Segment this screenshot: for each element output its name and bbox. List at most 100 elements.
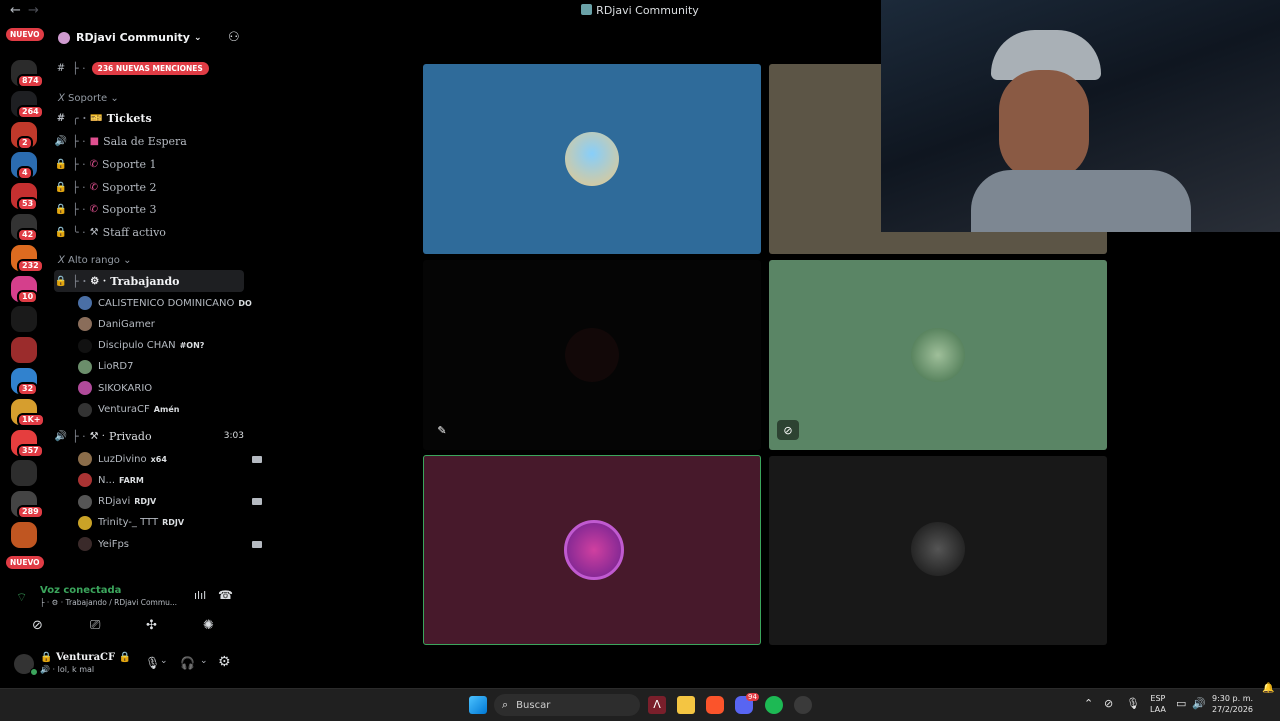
language-indicator[interactable]: ESP LAA [1150, 693, 1166, 715]
phone-icon: ✆ [89, 203, 99, 215]
noise-suppression-icon[interactable]: ılıl [194, 589, 206, 602]
mic-tray-icon[interactable]: 🎙 [1126, 697, 1140, 710]
category-alto-rango[interactable]: 𝘟 Alto rango ⌄ [58, 255, 131, 266]
clock[interactable]: 9:30 p. m. 27/2/2026 [1212, 693, 1253, 715]
settings-gear-icon[interactable]: ⚙ [218, 654, 231, 670]
channel-general[interactable]: # ├ · 236 NUEVAS MENCIONES [54, 58, 244, 78]
voice-member[interactable]: N... FARM [78, 471, 268, 489]
channel-soporte-3[interactable]: 🔒 ├ · ✆ Soporte 3 [54, 199, 244, 219]
member-avatar [78, 452, 92, 466]
voice-member[interactable]: CALISTENICO DOMINICANO DO [78, 294, 268, 312]
tree-line-icon: ├ · [72, 180, 86, 194]
steam-icon[interactable] [794, 696, 812, 714]
channel-privado[interactable]: 🔊 ├ · ⚒ · Privado 3:03 [54, 426, 244, 446]
file-explorer-icon[interactable] [677, 696, 695, 714]
unread-badge: 4 [17, 166, 33, 181]
channel-soporte-2[interactable]: 🔒 ├ · ✆ Soporte 2 [54, 177, 244, 197]
webcam-shoulders [971, 170, 1191, 232]
video-tile-4[interactable]: ⊘ [769, 260, 1107, 450]
unread-badge: 2 [17, 135, 33, 150]
speaker-icon: 🔊 [54, 135, 68, 147]
taskbar: ⌕ Buscar Λ 94 ⌃ ⊘ 🎙 ESP LAA ▭ 🔊 9:30 p. m… [0, 683, 1280, 721]
unread-badge: 264 [17, 104, 44, 119]
disconnect-icon[interactable]: ☎ [218, 588, 233, 602]
server-16-icon[interactable] [11, 522, 37, 548]
channel-soporte-1[interactable]: 🔒 ├ · ✆ Soporte 1 [54, 154, 244, 174]
voice-member[interactable]: Discipulo CHAN #ON? [78, 337, 268, 355]
voice-member[interactable]: SIKOKARIO [78, 379, 268, 397]
video-tile-6[interactable] [769, 456, 1107, 645]
member-tag: FARM [119, 475, 144, 485]
search-icon: ⌕ [502, 698, 509, 711]
brave-icon[interactable] [706, 696, 724, 714]
member-name: RDjavi [98, 496, 131, 508]
video-tile-5-speaking[interactable] [423, 455, 761, 645]
channel-sala-espera[interactable]: 🔊 ├ · ■ Sala de Espera [54, 131, 244, 151]
soundboard-icon[interactable]: ✺ [203, 618, 214, 633]
tools-icon: ⚒ · [89, 430, 105, 442]
video-camera-icon [252, 540, 262, 548]
microphone-icon[interactable]: 🎙 [145, 656, 160, 670]
voice-member[interactable]: VenturaCF Amén [78, 401, 268, 419]
member-avatar [78, 338, 92, 353]
app-a-icon[interactable]: Λ [648, 696, 666, 714]
unread-badge: 874 [17, 74, 44, 88]
server-10-icon[interactable] [11, 337, 37, 364]
lock-icon: 🔒 [54, 275, 68, 287]
voice-status[interactable]: Voz conectada [40, 585, 121, 596]
video-tile-3[interactable]: ✎ [423, 260, 761, 450]
voice-member[interactable]: DaniGamer [78, 315, 268, 333]
channel-trabajando[interactable]: 🔒 ├ · ⚙ · Trabajando [54, 270, 244, 292]
mentions-badge[interactable]: 236 NUEVAS MENCIONES [91, 61, 209, 75]
channel-tickets[interactable]: # ╭ · 🎫 Tickets [54, 108, 244, 128]
server-14-icon[interactable] [11, 460, 37, 487]
participant-avatar [911, 522, 965, 576]
category-soporte[interactable]: 𝘟 Soporte ⌄ [58, 93, 119, 104]
chevron-up-icon[interactable]: ⌃ [1084, 697, 1093, 710]
taskbar-search[interactable]: ⌕ Buscar [494, 694, 640, 716]
member-avatar [78, 317, 92, 332]
voice-member[interactable]: Trinity-_ TTT RDJV [78, 514, 268, 532]
screen-share-icon[interactable]: ⎚ [90, 618, 100, 633]
unread-badge: 357 [17, 443, 44, 458]
server-9-icon[interactable] [11, 306, 37, 333]
video-tile-1[interactable] [423, 64, 761, 254]
camera-off-icon[interactable]: ⊘ [32, 618, 43, 633]
new-badge-top: NUEVO [6, 28, 44, 41]
member-name: VenturaCF [98, 404, 150, 415]
lock-icon: 🔒 [54, 158, 68, 170]
voice-member[interactable]: LuzDivino x64 [78, 450, 268, 468]
chevron-down-icon[interactable]: ⌄ [160, 656, 168, 666]
voice-location: ├ · ⚙ · Trabajando / RDjavi Commu... [40, 598, 178, 607]
server-logo-icon [581, 4, 593, 15]
tree-line-icon: ├ · [72, 429, 86, 443]
voice-member[interactable]: LioRD7 [78, 358, 268, 376]
unread-badge: 1K+ [17, 412, 46, 427]
unread-badge: 53 [17, 197, 39, 212]
network-off-icon[interactable]: ⊘ [1104, 697, 1113, 710]
webcam-face [999, 70, 1089, 180]
spotify-icon[interactable] [765, 696, 783, 714]
chevron-down-icon[interactable]: ⌄ [200, 656, 208, 666]
member-name: DaniGamer [98, 318, 155, 330]
server-header[interactable]: RDjavi Community ⌄ [58, 31, 202, 44]
activities-icon[interactable]: ✣ [146, 618, 157, 633]
webcam-overlay [881, 0, 1280, 232]
start-icon[interactable] [469, 696, 487, 714]
notification-bell-icon[interactable]: 🔔 [1262, 683, 1274, 694]
add-member-icon[interactable]: ⚇ [228, 30, 240, 45]
member-name: LioRD7 [98, 361, 134, 373]
member-avatar [78, 402, 92, 417]
member-avatar [78, 296, 92, 310]
member-tag: #ON? [179, 341, 205, 351]
voice-member[interactable]: YeiFps [78, 535, 268, 553]
lock-icon: 🔒 [54, 181, 68, 193]
waiting-icon: ■ [89, 135, 100, 147]
volume-icon[interactable]: 🔊 [1192, 697, 1206, 710]
headphones-icon[interactable]: 🎧 [180, 656, 195, 670]
unread-badge: 42 [17, 228, 39, 242]
member-name: CALISTENICO DOMINICANO [98, 297, 235, 309]
network-icon[interactable]: ▭ [1176, 697, 1186, 710]
voice-member[interactable]: RDjavi RDJV [78, 493, 268, 511]
channel-staff-activo[interactable]: 🔒 ╰ · ⚒ Staff activo [54, 222, 244, 242]
